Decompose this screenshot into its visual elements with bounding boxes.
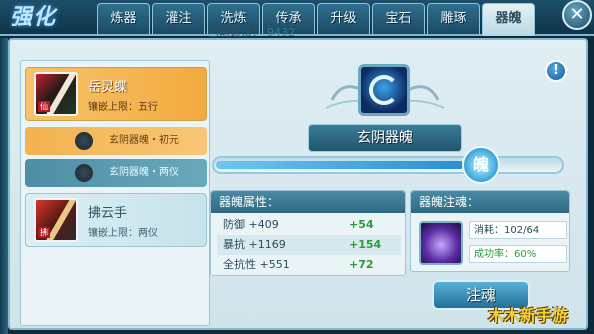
attribute-bonus: +54 [349, 218, 374, 231]
character-card-yuelingdie[interactable]: 仙 岳灵蝶 镶嵌上限：五行 [25, 67, 207, 121]
soul-orb-icon [75, 132, 93, 150]
character-list: 仙 岳灵蝶 镶嵌上限：五行 玄阴器魄・初元 玄阴器魄・两仪 拂 拂云手 镶嵌上限… [20, 60, 210, 326]
tab-upgrade[interactable]: 升级 [317, 3, 370, 34]
soul-progress-knob: 魄 [462, 146, 500, 184]
character-name: 岳灵蝶 [88, 80, 128, 95]
character-card-fuyunshou[interactable]: 拂 拂云手 镶嵌上限：两仪 [25, 193, 207, 247]
tab-gem[interactable]: 宝石 [372, 3, 425, 34]
list-item-qi-liangyi[interactable]: 玄阴器魄・两仪 [25, 159, 207, 187]
logo-text: 强化 [10, 4, 57, 30]
attribute-name: 全抗性 +551 [223, 258, 290, 271]
top-bar: 强化 炼器 灌注 洗炼 传承 升级 宝石 雕琢 器魄 ✕ [0, 0, 594, 36]
tab-weapon-soul[interactable]: 器魄 [482, 3, 535, 36]
soul-item-icon[interactable] [419, 221, 463, 265]
tab-carve[interactable]: 雕琢 [427, 3, 480, 34]
attribute-panel-title: 器魄属性： [211, 191, 405, 213]
character-name: 拂云手 [88, 206, 128, 221]
tab-bar: 炼器 灌注 洗炼 传承 升级 宝石 雕琢 器魄 [97, 3, 537, 36]
soul-cost: 消耗：102/64 [469, 221, 567, 239]
dao-points: 当前道法： 9432 [208, 24, 295, 40]
dao-points-label: 当前道法： [208, 26, 263, 39]
soul-progress-bar [212, 156, 564, 174]
close-button[interactable]: ✕ [562, 0, 592, 30]
info-button[interactable]: ! [545, 60, 567, 82]
swirl-icon [369, 75, 399, 105]
attribute-row-defense: 防御 +409 +54 [217, 215, 401, 235]
tab-infuse[interactable]: 灌注 [152, 3, 205, 34]
attribute-bonus: +154 [349, 238, 382, 251]
soul-success-rate: 成功率：60% [469, 245, 567, 263]
avatar: 拂 [34, 198, 78, 242]
attribute-row-crit-resist: 暴抗 +1169 +154 [217, 235, 401, 255]
weapon-soul-gem [358, 64, 410, 116]
character-inlay-limit: 镶嵌上限：五行 [88, 102, 158, 113]
watermark-text: 木木新手游 [488, 306, 569, 325]
attribute-bonus: +72 [349, 258, 374, 271]
dao-points-value: 9432 [267, 26, 295, 39]
soul-infuse-panel: 器魄注魂： 消耗：102/64 成功率：60% [410, 190, 570, 272]
soul-orb-icon [75, 164, 93, 182]
weapon-soul-name: 玄阴器魄 [308, 124, 462, 152]
attribute-name: 防御 +409 [223, 218, 279, 231]
qi-row-label: 玄阴器魄・初元 [109, 135, 179, 146]
list-item-qi-chuyuan[interactable]: 玄阴器魄・初元 [25, 127, 207, 155]
qi-row-label: 玄阴器魄・两仪 [109, 167, 179, 178]
avatar: 仙 [34, 72, 78, 116]
soul-progress-fill [216, 161, 464, 169]
character-inlay-limit: 镶嵌上限：两仪 [88, 228, 158, 239]
attribute-row-all-resist: 全抗性 +551 +72 [217, 255, 401, 275]
tab-refine[interactable]: 炼器 [97, 3, 150, 34]
attribute-panel: 器魄属性： 防御 +409 +54 暴抗 +1169 +154 全抗性 +551… [210, 190, 406, 276]
soul-panel-title: 器魄注魂： [411, 191, 569, 213]
left-edge-decoration [0, 38, 8, 334]
attribute-name: 暴抗 +1169 [223, 238, 286, 251]
